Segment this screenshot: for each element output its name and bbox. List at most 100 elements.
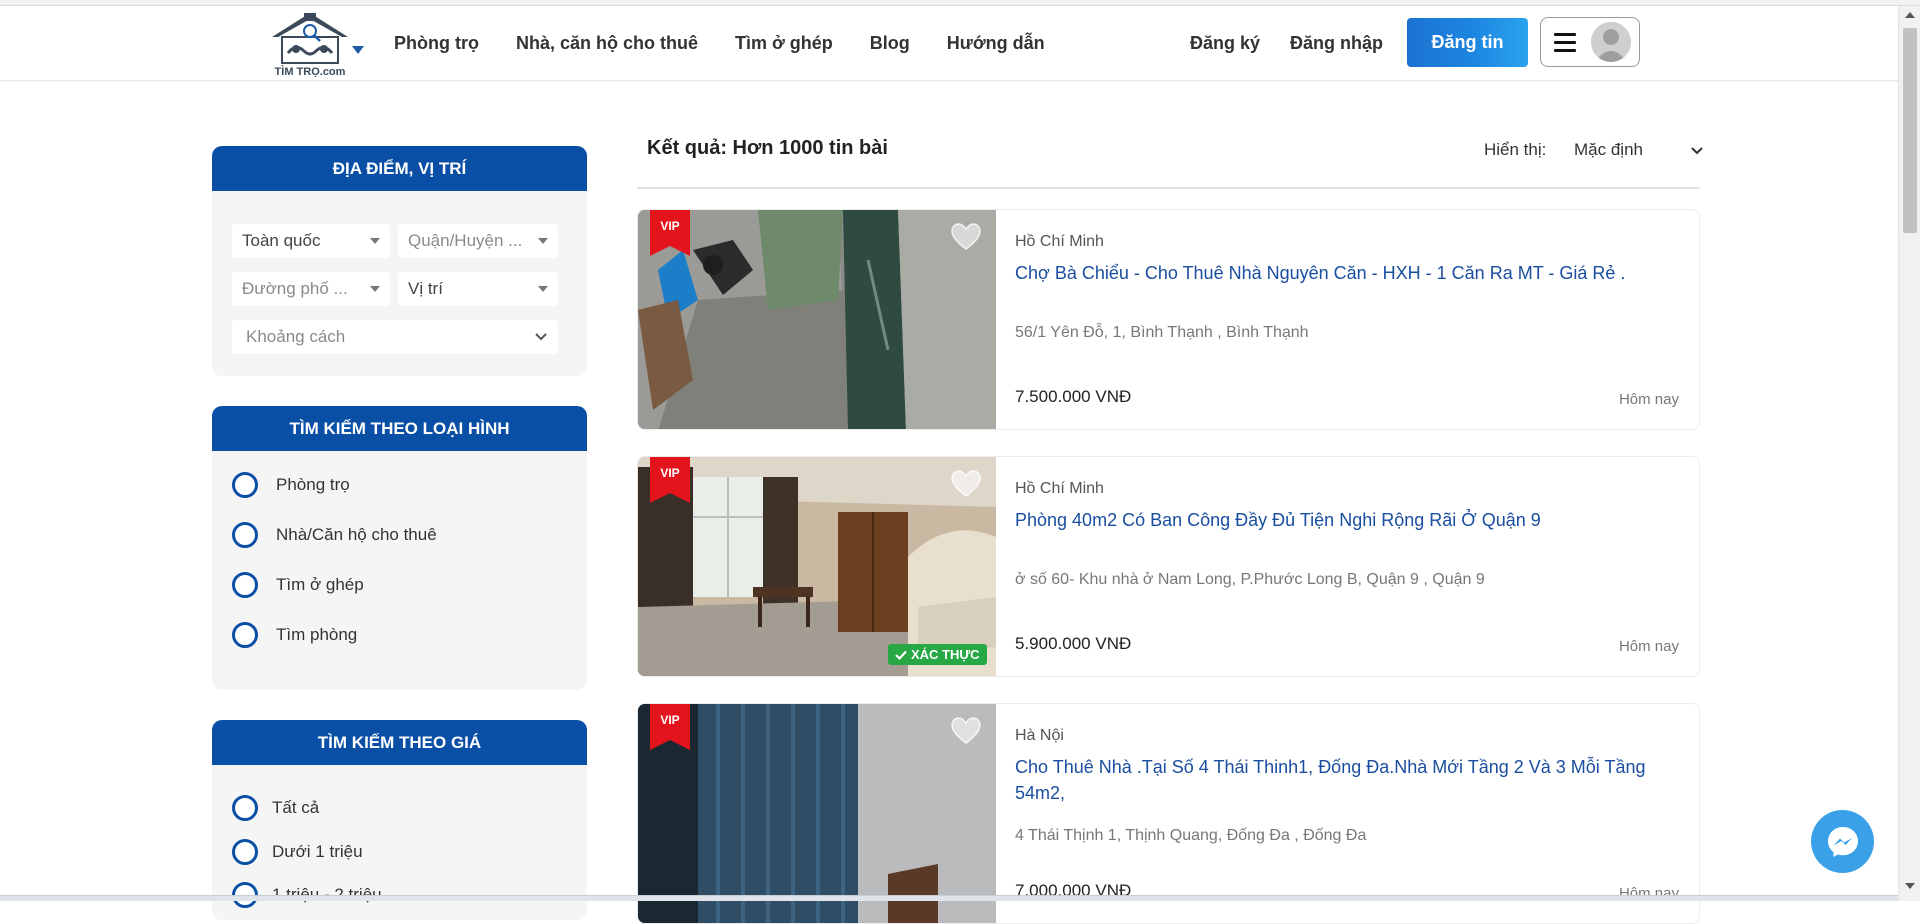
price-option-label: Tất cả	[272, 798, 320, 817]
listing-card[interactable]: VIP Hồ Chí Minh Chợ Bà Chiểu - Cho Thuê …	[637, 209, 1700, 430]
radio-button[interactable]	[232, 839, 258, 865]
type-option-phong-tro[interactable]: Phòng trọ	[232, 472, 350, 498]
site-header: TÌM TRỌ.com Phòng trọ Nhà, căn hộ cho th…	[0, 6, 1898, 81]
listing-city: Hồ Chí Minh	[1015, 480, 1104, 497]
type-panel-title: TÌM KIẾM THEO LOẠI HÌNH	[212, 406, 587, 451]
nav-item-tim-o-ghep[interactable]: Tìm ở ghép	[735, 33, 833, 54]
results-count-title: Kết quả: Hơn 1000 tin bài	[647, 137, 888, 159]
listing-city: Hồ Chí Minh	[1015, 233, 1104, 250]
listing-card[interactable]: VIP XÁC THỰC Hồ Chí Minh Phòng 40m2 Có B…	[637, 456, 1700, 677]
nav-item-nha-can-ho[interactable]: Nhà, căn hộ cho thuê	[516, 33, 698, 54]
radio-button[interactable]	[232, 572, 258, 598]
vip-label: VIP	[660, 713, 679, 727]
heart-icon[interactable]	[951, 223, 981, 251]
listing-date: Hôm nay	[1618, 391, 1679, 408]
logo-text: TÌM TRỌ.com	[275, 65, 346, 78]
vip-ribbon-icon: VIP	[650, 457, 690, 503]
check-icon	[895, 650, 907, 660]
location-panel-title: ĐỊA ĐIỂM, VỊ TRÍ	[212, 146, 587, 191]
auth-links: Đăng ký Đăng nhập	[1190, 6, 1413, 81]
price-option-all[interactable]: Tất cả	[232, 795, 319, 821]
distance-select[interactable]: Khoảng cách	[232, 320, 558, 354]
type-option-tim-phong[interactable]: Tìm phòng	[232, 622, 357, 648]
caret-down-icon	[370, 238, 380, 244]
listing-card[interactable]: VIP Hà Nội Cho Thuê Nhà .Tại Số 4 Thái T…	[637, 703, 1700, 924]
type-option-nha-can-ho[interactable]: Nhà/Căn hộ cho thuê	[232, 522, 437, 548]
province-select[interactable]: Toàn quốc	[232, 224, 390, 258]
listing-photo[interactable]: VIP	[638, 704, 996, 923]
type-option-tim-o-ghep[interactable]: Tìm ở ghép	[232, 572, 364, 598]
caret-down-icon	[538, 238, 548, 244]
vip-ribbon-icon: VIP	[650, 704, 690, 750]
scroll-up-icon[interactable]	[1905, 12, 1915, 18]
radio-button[interactable]	[232, 522, 258, 548]
messenger-icon	[1827, 826, 1858, 857]
logo-dropdown-icon[interactable]	[352, 46, 364, 54]
listing-photo[interactable]: VIP XÁC THỰC	[638, 457, 996, 676]
sort-label: Hiển thị:	[1484, 140, 1547, 159]
hamburger-icon	[1554, 33, 1576, 53]
site-logo[interactable]: TÌM TRỌ.com	[264, 9, 356, 79]
radio-button[interactable]	[232, 622, 258, 648]
vip-ribbon-icon: VIP	[650, 210, 690, 256]
type-option-label: Phòng trọ	[276, 475, 350, 494]
verified-badge: XÁC THỰC	[888, 644, 987, 665]
vip-label: VIP	[660, 219, 679, 233]
login-link[interactable]: Đăng nhập	[1290, 33, 1383, 54]
listing-date: Hôm nay	[1618, 638, 1679, 655]
scroll-down-icon[interactable]	[1905, 883, 1915, 889]
type-option-label: Tìm ở ghép	[276, 575, 364, 594]
location-filter-panel: ĐỊA ĐIỂM, VỊ TRÍ Toàn quốc Quận/Huyện ..…	[212, 146, 587, 376]
position-value: Vị trí	[408, 279, 443, 298]
post-listing-button[interactable]: Đăng tin	[1407, 18, 1528, 67]
caret-down-icon	[370, 286, 380, 292]
price-panel-title: TÌM KIẾM THEO GIÁ	[212, 720, 587, 765]
listing-price: 7.500.000 VNĐ	[1015, 387, 1132, 406]
register-link[interactable]: Đăng ký	[1190, 33, 1260, 54]
street-select[interactable]: Đường phố ...	[232, 272, 390, 306]
user-menu-button[interactable]	[1540, 17, 1640, 67]
divider	[637, 187, 1700, 189]
district-placeholder: Quận/Huyện ...	[408, 231, 523, 250]
chevron-down-icon	[535, 333, 547, 341]
district-select[interactable]: Quận/Huyện ...	[398, 224, 558, 258]
price-option-under-1m[interactable]: Dưới 1 triệu	[232, 839, 363, 865]
caret-down-icon	[538, 286, 548, 292]
type-option-label: Tìm phòng	[276, 625, 358, 644]
listing-title-link[interactable]: Chợ Bà Chiểu - Cho Thuê Nhà Nguyên Căn -…	[1015, 260, 1655, 286]
scrollbar-thumb[interactable]	[1903, 28, 1917, 233]
price-option-label: Dưới 1 triệu	[272, 842, 363, 861]
listing-info: Hồ Chí Minh Phòng 40m2 Có Ban Công Đầy Đ…	[1015, 457, 1679, 676]
vip-label: VIP	[660, 466, 679, 480]
messenger-chat-button[interactable]	[1811, 810, 1874, 873]
heart-icon[interactable]	[951, 470, 981, 498]
nav-item-huong-dan[interactable]: Hướng dẫn	[947, 33, 1045, 54]
verified-label: XÁC THỰC	[911, 647, 980, 662]
distance-value: Khoảng cách	[246, 327, 346, 346]
heart-icon[interactable]	[951, 717, 981, 745]
listing-address: 56/1 Yên Đỗ, 1, Bình Thạnh , Bình Thạnh	[1015, 324, 1309, 341]
type-filter-panel: TÌM KIẾM THEO LOẠI HÌNH Phòng trọ Nhà/Că…	[212, 406, 587, 690]
main-nav: Phòng trọ Nhà, căn hộ cho thuê Tìm ở ghé…	[394, 6, 1082, 81]
vertical-scrollbar[interactable]	[1898, 6, 1920, 901]
price-filter-panel: TÌM KIẾM THEO GIÁ Tất cả Dưới 1 triệu 1 …	[212, 720, 587, 920]
listing-title-link[interactable]: Cho Thuê Nhà .Tại Số 4 Thái Thinh1, Đống…	[1015, 754, 1655, 806]
listing-price: 5.900.000 VNĐ	[1015, 634, 1132, 653]
listing-photo[interactable]: VIP	[638, 210, 996, 429]
listing-title-link[interactable]: Phòng 40m2 Có Ban Công Đầy Đủ Tiện Nghi …	[1015, 507, 1655, 533]
listing-info: Hà Nội Cho Thuê Nhà .Tại Số 4 Thái Thinh…	[1015, 704, 1679, 923]
nav-item-blog[interactable]: Blog	[870, 33, 910, 54]
position-select[interactable]: Vị trí	[398, 272, 558, 306]
listing-city: Hà Nội	[1015, 727, 1064, 744]
chevron-down-icon	[1691, 147, 1703, 155]
avatar	[1591, 22, 1631, 62]
listing-info: Hồ Chí Minh Chợ Bà Chiểu - Cho Thuê Nhà …	[1015, 210, 1679, 429]
type-option-label: Nhà/Căn hộ cho thuê	[276, 525, 437, 544]
radio-button[interactable]	[232, 472, 258, 498]
province-value: Toàn quốc	[242, 231, 321, 250]
browser-bottom-border	[0, 895, 1898, 901]
listing-address: ở số 60- Khu nhà ở Nam Long, P.Phước Lon…	[1015, 571, 1485, 588]
radio-button[interactable]	[232, 795, 258, 821]
sort-select[interactable]: Mặc định	[1574, 140, 1704, 160]
nav-item-phong-tro[interactable]: Phòng trọ	[394, 33, 479, 54]
